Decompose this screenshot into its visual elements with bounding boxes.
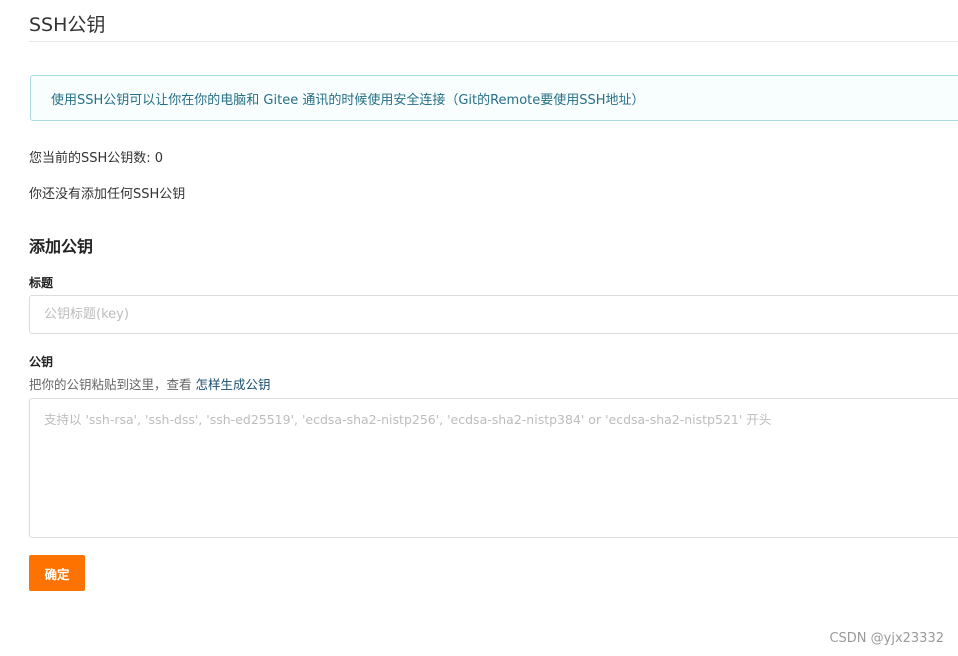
ssh-key-count: 您当前的SSH公钥数: 0 [29, 150, 163, 168]
key-field-label: 公钥 [29, 355, 54, 369]
how-to-generate-key-link[interactable]: 怎样生成公钥 [195, 377, 270, 392]
key-hint-text: 把你的公钥粘贴到这里，查看 [29, 377, 196, 392]
ssh-keys-page: SSH公钥 使用SSH公钥可以让你在你的电脑和 Gitee 通讯的时候使用安全连… [0, 0, 958, 656]
key-title-input[interactable] [29, 295, 958, 334]
ssh-key-count-label: 您当前的SSH公钥数: [29, 151, 155, 166]
page-title: SSH公钥 [29, 14, 106, 36]
empty-keys-message: 你还没有添加任何SSH公钥 [29, 187, 186, 202]
title-field-label: 标题 [29, 276, 54, 290]
info-notice-text: 使用SSH公钥可以让你在你的电脑和 Gitee 通讯的时候使用安全连接（Git的… [51, 92, 645, 108]
title-divider [29, 41, 958, 42]
add-key-section-title: 添加公钥 [29, 237, 94, 256]
info-notice: 使用SSH公钥可以让你在你的电脑和 Gitee 通讯的时候使用安全连接（Git的… [30, 75, 958, 121]
ssh-key-count-value: 0 [154, 151, 164, 166]
key-hint: 把你的公钥粘贴到这里，查看 怎样生成公钥 [29, 376, 271, 394]
confirm-button[interactable]: 确定 [29, 555, 85, 591]
csdn-watermark: CSDN @yjx23332 [829, 631, 944, 646]
public-key-textarea[interactable] [29, 398, 958, 538]
